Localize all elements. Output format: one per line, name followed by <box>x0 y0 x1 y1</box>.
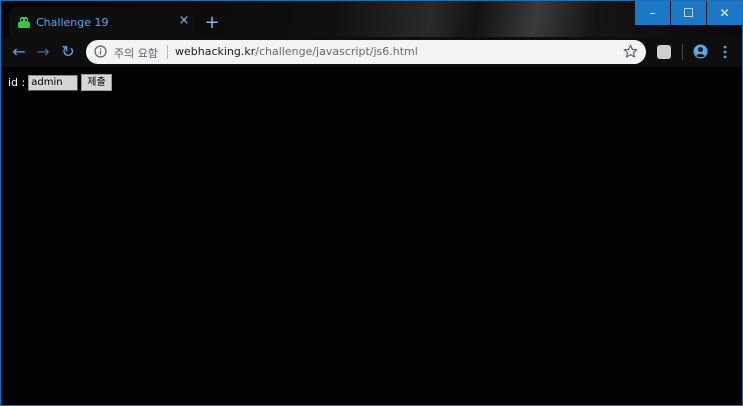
toolbar-separator <box>682 44 683 60</box>
url-host: webhacking.kr <box>175 45 256 58</box>
browser-toolbar: ← → ↻ 주의 요함 webhacking.kr/challenge/java… <box>1 37 742 67</box>
address-bar[interactable]: 주의 요함 webhacking.kr/challenge/javascript… <box>86 40 646 64</box>
reload-button[interactable]: ↻ <box>57 41 79 63</box>
close-window-button[interactable]: ✕ <box>707 1 742 25</box>
tab-title: Challenge 19 <box>36 16 109 29</box>
browser-window: Challenge 19 × + – ☐ ✕ ← → ↻ 주의 요함 webha… <box>0 0 743 406</box>
id-label: id : <box>8 76 26 89</box>
id-form: id : 제출 <box>8 74 112 91</box>
page-content: id : 제출 <box>1 67 742 405</box>
profile-icon[interactable] <box>693 44 708 59</box>
favicon-icon <box>18 17 30 28</box>
address-separator <box>167 45 168 59</box>
tab-close-icon[interactable]: × <box>177 14 191 28</box>
bookmark-star-icon[interactable] <box>623 44 638 59</box>
security-warning-label[interactable]: 주의 요함 <box>114 45 158 61</box>
title-bar: Challenge 19 × + – ☐ ✕ <box>1 1 742 37</box>
minimize-button[interactable]: – <box>635 1 670 25</box>
url-text[interactable]: webhacking.kr/challenge/javascript/js6.h… <box>175 45 418 58</box>
submit-button[interactable]: 제출 <box>81 74 112 91</box>
extension-icon[interactable] <box>657 45 671 59</box>
url-path: /challenge/javascript/js6.html <box>255 45 418 58</box>
back-button[interactable]: ← <box>8 41 30 63</box>
new-tab-button[interactable]: + <box>203 14 221 32</box>
info-icon[interactable] <box>94 45 107 58</box>
tab-challenge-19[interactable]: Challenge 19 × <box>9 7 195 37</box>
window-controls: – ☐ ✕ <box>634 1 742 25</box>
maximize-button[interactable]: ☐ <box>671 1 706 25</box>
forward-button[interactable]: → <box>32 41 54 63</box>
menu-kebab-icon[interactable] <box>720 44 730 60</box>
id-input[interactable] <box>28 74 79 91</box>
